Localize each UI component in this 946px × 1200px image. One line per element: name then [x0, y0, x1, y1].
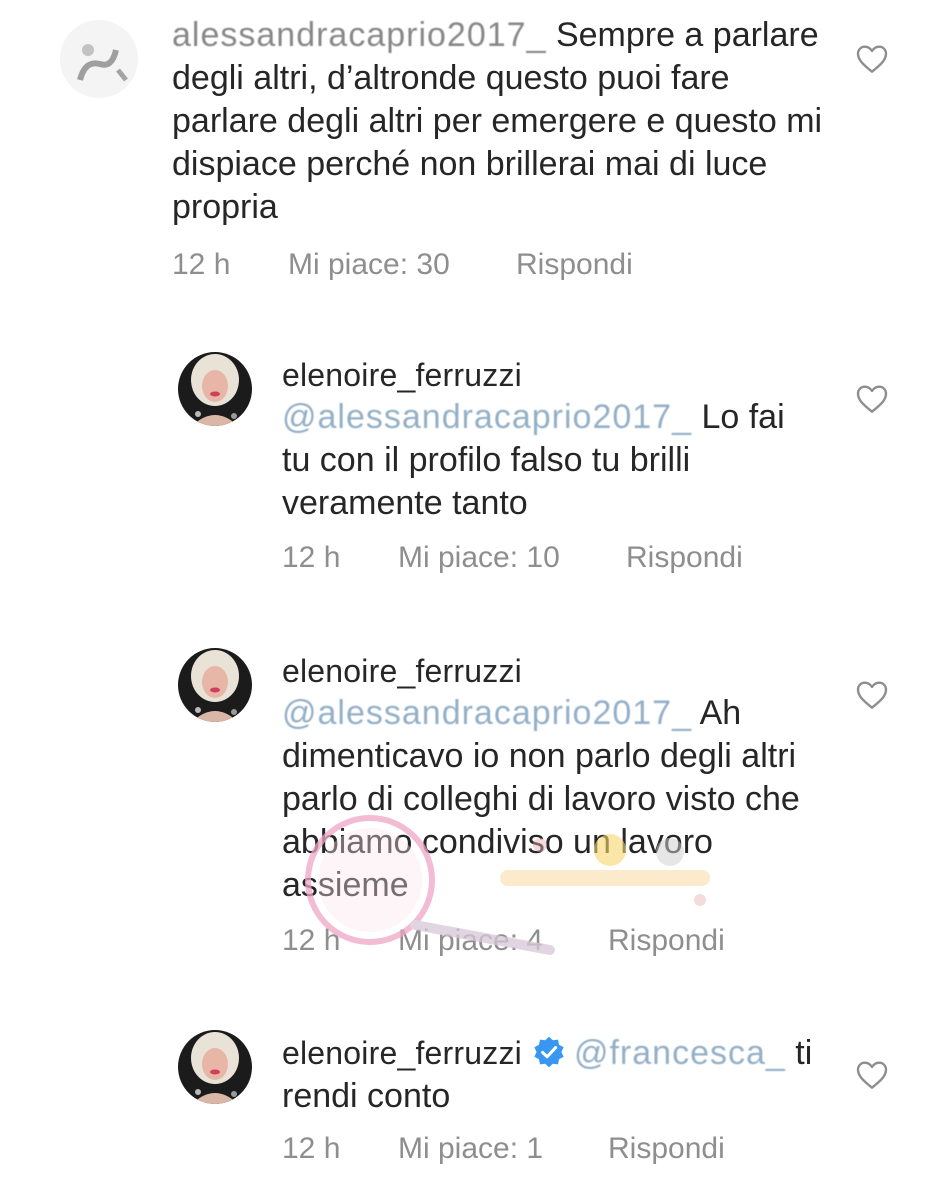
comment-body: elenoire_ferruzzi @alessandracaprio2017_… [282, 356, 822, 525]
avatar[interactable] [60, 20, 138, 98]
username[interactable]: elenoire_ferruzzi [282, 356, 822, 394]
comment-text: @alessandracaprio2017_ Ah dimenticavo io… [282, 692, 822, 907]
reply-button[interactable]: Rispondi [516, 248, 633, 282]
comment-body: alessandracaprio2017_ Sempre a parlare d… [172, 14, 832, 229]
comment-reply-item: elenoire_ferruzzi @alessandracaprio2017_… [0, 340, 946, 590]
avatar[interactable] [178, 648, 252, 722]
heart-outline-icon[interactable] [856, 384, 888, 414]
mention-link[interactable]: @alessandracaprio2017_ [282, 398, 692, 436]
comment-body: elenoire_ferruzzi @francesca_ ti rendi c… [282, 1032, 842, 1118]
likes-count[interactable]: Mi piace: 4 [398, 924, 543, 958]
likes-count[interactable]: Mi piace: 30 [288, 248, 450, 282]
comment-meta: 12 h Mi piace: 1 Rispondi [282, 1132, 842, 1168]
username[interactable]: elenoire_ferruzzi [282, 652, 822, 690]
comment-meta: 12 h Mi piace: 4 Rispondi [282, 924, 842, 960]
comment-text: alessandracaprio2017_ Sempre a parlare d… [172, 14, 832, 229]
comment-text: elenoire_ferruzzi @francesca_ ti rendi c… [282, 1032, 842, 1118]
heart-outline-icon[interactable] [856, 44, 888, 74]
likes-count[interactable]: Mi piace: 10 [398, 541, 560, 575]
comment-item: alessandracaprio2017_ Sempre a parlare d… [0, 0, 946, 300]
reply-button[interactable]: Rispondi [608, 924, 725, 958]
heart-outline-icon[interactable] [856, 1060, 888, 1090]
timestamp: 12 h [282, 924, 341, 957]
comment-meta: 12 h Mi piace: 10 Rispondi [282, 541, 842, 577]
verified-badge-icon [534, 1036, 564, 1068]
comment-body: elenoire_ferruzzi @alessandracaprio2017_… [282, 652, 822, 907]
timestamp: 12 h [282, 541, 341, 574]
avatar[interactable] [178, 1030, 252, 1104]
mention-link[interactable]: @alessandracaprio2017_ [282, 694, 692, 732]
comment-reply-item: elenoire_ferruzzi @francesca_ ti rendi c… [0, 1020, 946, 1200]
timestamp: 12 h [172, 248, 231, 281]
timestamp: 12 h [282, 1132, 341, 1165]
avatar[interactable] [178, 352, 252, 426]
comment-text: @alessandracaprio2017_ Lo fai tu con il … [282, 396, 822, 525]
reply-button[interactable]: Rispondi [608, 1132, 725, 1166]
comment-meta: 12 h Mi piace: 30 Rispondi [172, 248, 772, 284]
comment-reply-item: elenoire_ferruzzi @alessandracaprio2017_… [0, 636, 946, 976]
likes-count[interactable]: Mi piace: 1 [398, 1132, 543, 1166]
heart-outline-icon[interactable] [856, 680, 888, 710]
username[interactable]: elenoire_ferruzzi [282, 1035, 522, 1071]
mention-link[interactable]: @francesca_ [574, 1034, 786, 1072]
reply-button[interactable]: Rispondi [626, 541, 743, 575]
username[interactable]: alessandracaprio2017_ [172, 16, 546, 54]
